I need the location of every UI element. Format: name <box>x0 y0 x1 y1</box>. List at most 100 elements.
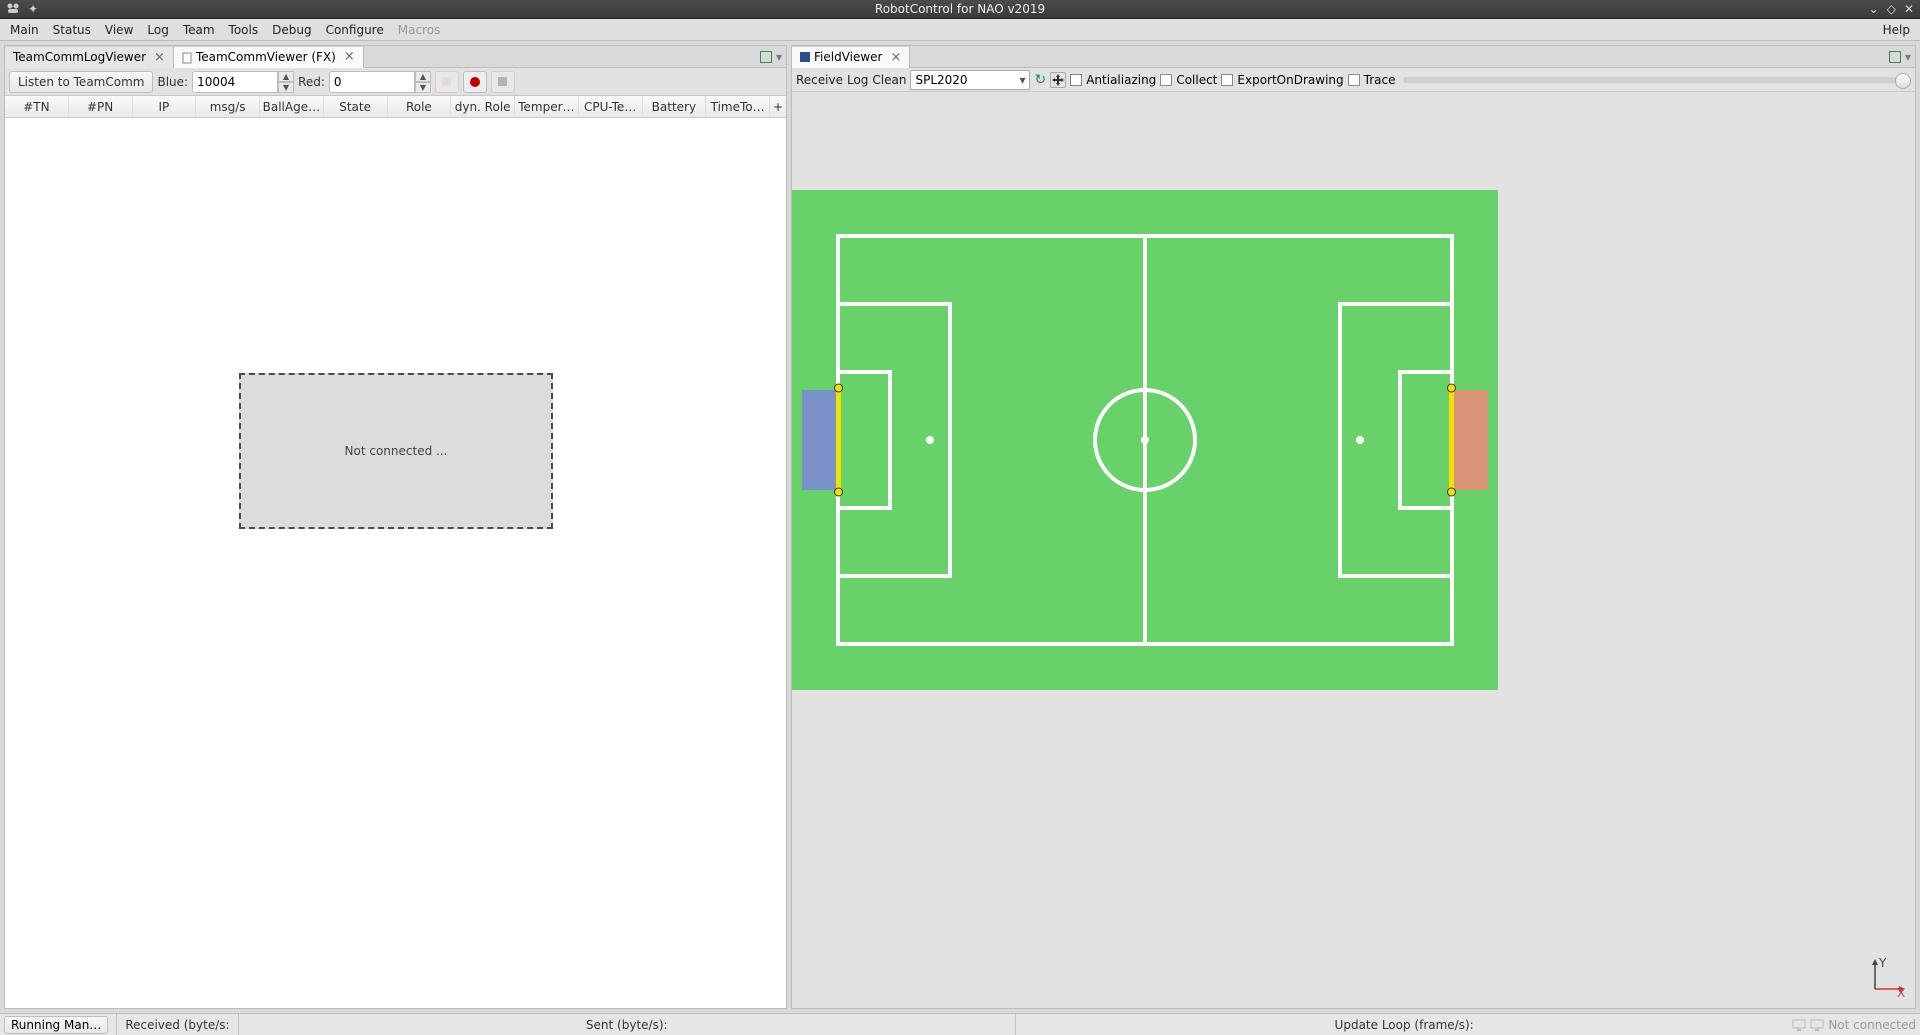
col-battery[interactable]: Battery <box>643 96 707 117</box>
pin-icon[interactable]: ✦ <box>28 2 38 16</box>
tab-label: FieldViewer <box>814 50 883 64</box>
stop-button[interactable] <box>491 71 515 93</box>
monitor-icon <box>1810 1019 1824 1031</box>
col-state[interactable]: State <box>324 96 388 117</box>
red-port-spinner[interactable]: ▲▼ <box>329 71 431 93</box>
running-manager-button[interactable]: Running Man… <box>4 1016 108 1034</box>
menu-help[interactable]: Help <box>1877 21 1916 39</box>
field-canvas[interactable]: Y X <box>792 92 1915 1008</box>
tab-teamcommviewer-fx[interactable]: TeamCommViewer (FX) × <box>174 46 364 68</box>
col-msgs[interactable]: msg/s <box>196 96 260 117</box>
tab-label: TeamCommLogViewer <box>13 50 146 64</box>
svg-text:X: X <box>1897 986 1905 997</box>
app-icon <box>6 1 20 18</box>
refresh-icon[interactable]: ↻ <box>1034 72 1046 88</box>
connection-status-text: Not connected <box>1828 1018 1916 1032</box>
spinner-down-icon[interactable]: ▼ <box>415 82 431 93</box>
connection-status: Not connected <box>1792 1018 1916 1032</box>
window-icon <box>800 52 810 62</box>
antialiazing-label: Antialiazing <box>1086 73 1156 87</box>
close-icon[interactable]: ✕ <box>1904 2 1914 16</box>
dropdown-value: SPL2020 <box>915 73 967 87</box>
blue-port-spinner[interactable]: ▲▼ <box>192 71 294 93</box>
col-ip[interactable]: IP <box>133 96 197 117</box>
table-body: Not connected ... <box>5 118 786 1008</box>
tab-label: TeamCommViewer (FX) <box>196 50 336 64</box>
menu-status[interactable]: Status <box>47 21 97 39</box>
col-add[interactable]: + <box>770 96 786 117</box>
export-label: ExportOnDrawing <box>1237 73 1343 87</box>
menu-tools[interactable]: Tools <box>223 21 265 39</box>
menu-configure[interactable]: Configure <box>320 21 390 39</box>
col-ballage[interactable]: BallAge… <box>260 96 324 117</box>
menubar: Main Status View Log Team Tools Debug Co… <box>0 19 1920 41</box>
table-header: #TN #PN IP msg/s BallAge… State Role dyn… <box>5 96 786 118</box>
maximize-pane-icon[interactable] <box>760 51 772 63</box>
col-pn[interactable]: #PN <box>69 96 133 117</box>
pane-menu-icon[interactable]: ▾ <box>1905 50 1911 64</box>
monitor-icon <box>1792 1019 1806 1031</box>
col-tn[interactable]: #TN <box>5 96 69 117</box>
stat-received: Received (byte/s: <box>116 1014 229 1035</box>
red-port-input[interactable] <box>329 71 415 93</box>
listen-button[interactable]: Listen to TeamComm <box>9 71 153 93</box>
trace-slider[interactable] <box>1403 77 1911 83</box>
fieldviewer-toolbar: Receive Log Clean SPL2020 ↻ Antialiazing… <box>792 68 1915 92</box>
stat-update-loop: Update Loop (frame/s): <box>1015 1014 1784 1035</box>
right-pane: FieldViewer × ▾ Receive Log Clean SPL202… <box>791 45 1916 1009</box>
trace-label: Trace <box>1364 73 1396 87</box>
pan-tool-icon[interactable] <box>1050 72 1066 88</box>
menu-view[interactable]: View <box>99 21 139 39</box>
pink-swatch-icon <box>442 77 451 86</box>
tab-close-icon[interactable]: × <box>891 50 902 65</box>
blue-label: Blue: <box>157 75 188 89</box>
tab-fieldviewer[interactable]: FieldViewer × <box>792 46 910 68</box>
col-role[interactable]: Role <box>388 96 452 117</box>
menu-debug[interactable]: Debug <box>266 21 317 39</box>
window-title: RobotControl for NAO v2019 <box>875 2 1045 16</box>
right-tabs: FieldViewer × ▾ <box>792 46 1915 68</box>
svg-text:Y: Y <box>1878 957 1887 970</box>
maximize-pane-icon[interactable] <box>1889 51 1901 63</box>
collect-label: Collect <box>1176 73 1217 87</box>
tab-close-icon[interactable]: × <box>154 50 165 65</box>
menu-log[interactable]: Log <box>141 21 174 39</box>
document-icon <box>182 52 192 62</box>
export-checkbox[interactable] <box>1221 74 1233 86</box>
spinner-up-icon[interactable]: ▲ <box>278 71 294 82</box>
not-connected-panel: Not connected ... <box>239 373 553 529</box>
col-dynrole[interactable]: dyn. Role <box>451 96 515 117</box>
antialiazing-checkbox[interactable] <box>1070 74 1082 86</box>
tab-teamcommlogviewer[interactable]: TeamCommLogViewer × <box>5 46 174 68</box>
collect-checkbox[interactable] <box>1160 74 1172 86</box>
soccer-field <box>792 190 1498 690</box>
minimize-icon[interactable]: ⌄ <box>1869 2 1879 16</box>
spinner-down-icon[interactable]: ▼ <box>278 82 294 93</box>
blue-port-input[interactable] <box>192 71 278 93</box>
menu-main[interactable]: Main <box>4 21 45 39</box>
tab-close-icon[interactable]: × <box>344 49 355 64</box>
fv-clean[interactable]: Clean <box>872 73 906 87</box>
spinner-up-icon[interactable]: ▲ <box>415 71 431 82</box>
trace-checkbox[interactable] <box>1348 74 1360 86</box>
stat-sent: Sent (byte/s): <box>238 1014 1007 1035</box>
menu-macros[interactable]: Macros <box>392 21 447 39</box>
record-button[interactable] <box>463 71 487 93</box>
teamcomm-toolbar: Listen to TeamComm Blue: ▲▼ Red: ▲▼ <box>5 68 786 96</box>
workspace: TeamCommLogViewer × TeamCommViewer (FX) … <box>0 41 1920 1013</box>
field-preset-dropdown[interactable]: SPL2020 <box>910 70 1030 90</box>
fv-receive[interactable]: Receive <box>796 73 843 87</box>
titlebar: ✦ RobotControl for NAO v2019 ⌄ ◇ ✕ <box>0 0 1920 19</box>
axis-indicator: Y X <box>1867 957 1907 1000</box>
maximize-icon[interactable]: ◇ <box>1887 2 1896 16</box>
left-pane: TeamCommLogViewer × TeamCommViewer (FX) … <box>4 45 787 1009</box>
color-picker-button[interactable] <box>435 71 459 93</box>
col-cputemp[interactable]: CPU-Te… <box>579 96 643 117</box>
col-temper[interactable]: Temper… <box>515 96 579 117</box>
col-timeto[interactable]: TimeTo… <box>706 96 770 117</box>
fv-log[interactable]: Log <box>847 73 868 87</box>
pane-menu-icon[interactable]: ▾ <box>776 50 782 64</box>
menu-team[interactable]: Team <box>177 21 221 39</box>
not-connected-text: Not connected ... <box>345 444 448 458</box>
left-tabs: TeamCommLogViewer × TeamCommViewer (FX) … <box>5 46 786 68</box>
